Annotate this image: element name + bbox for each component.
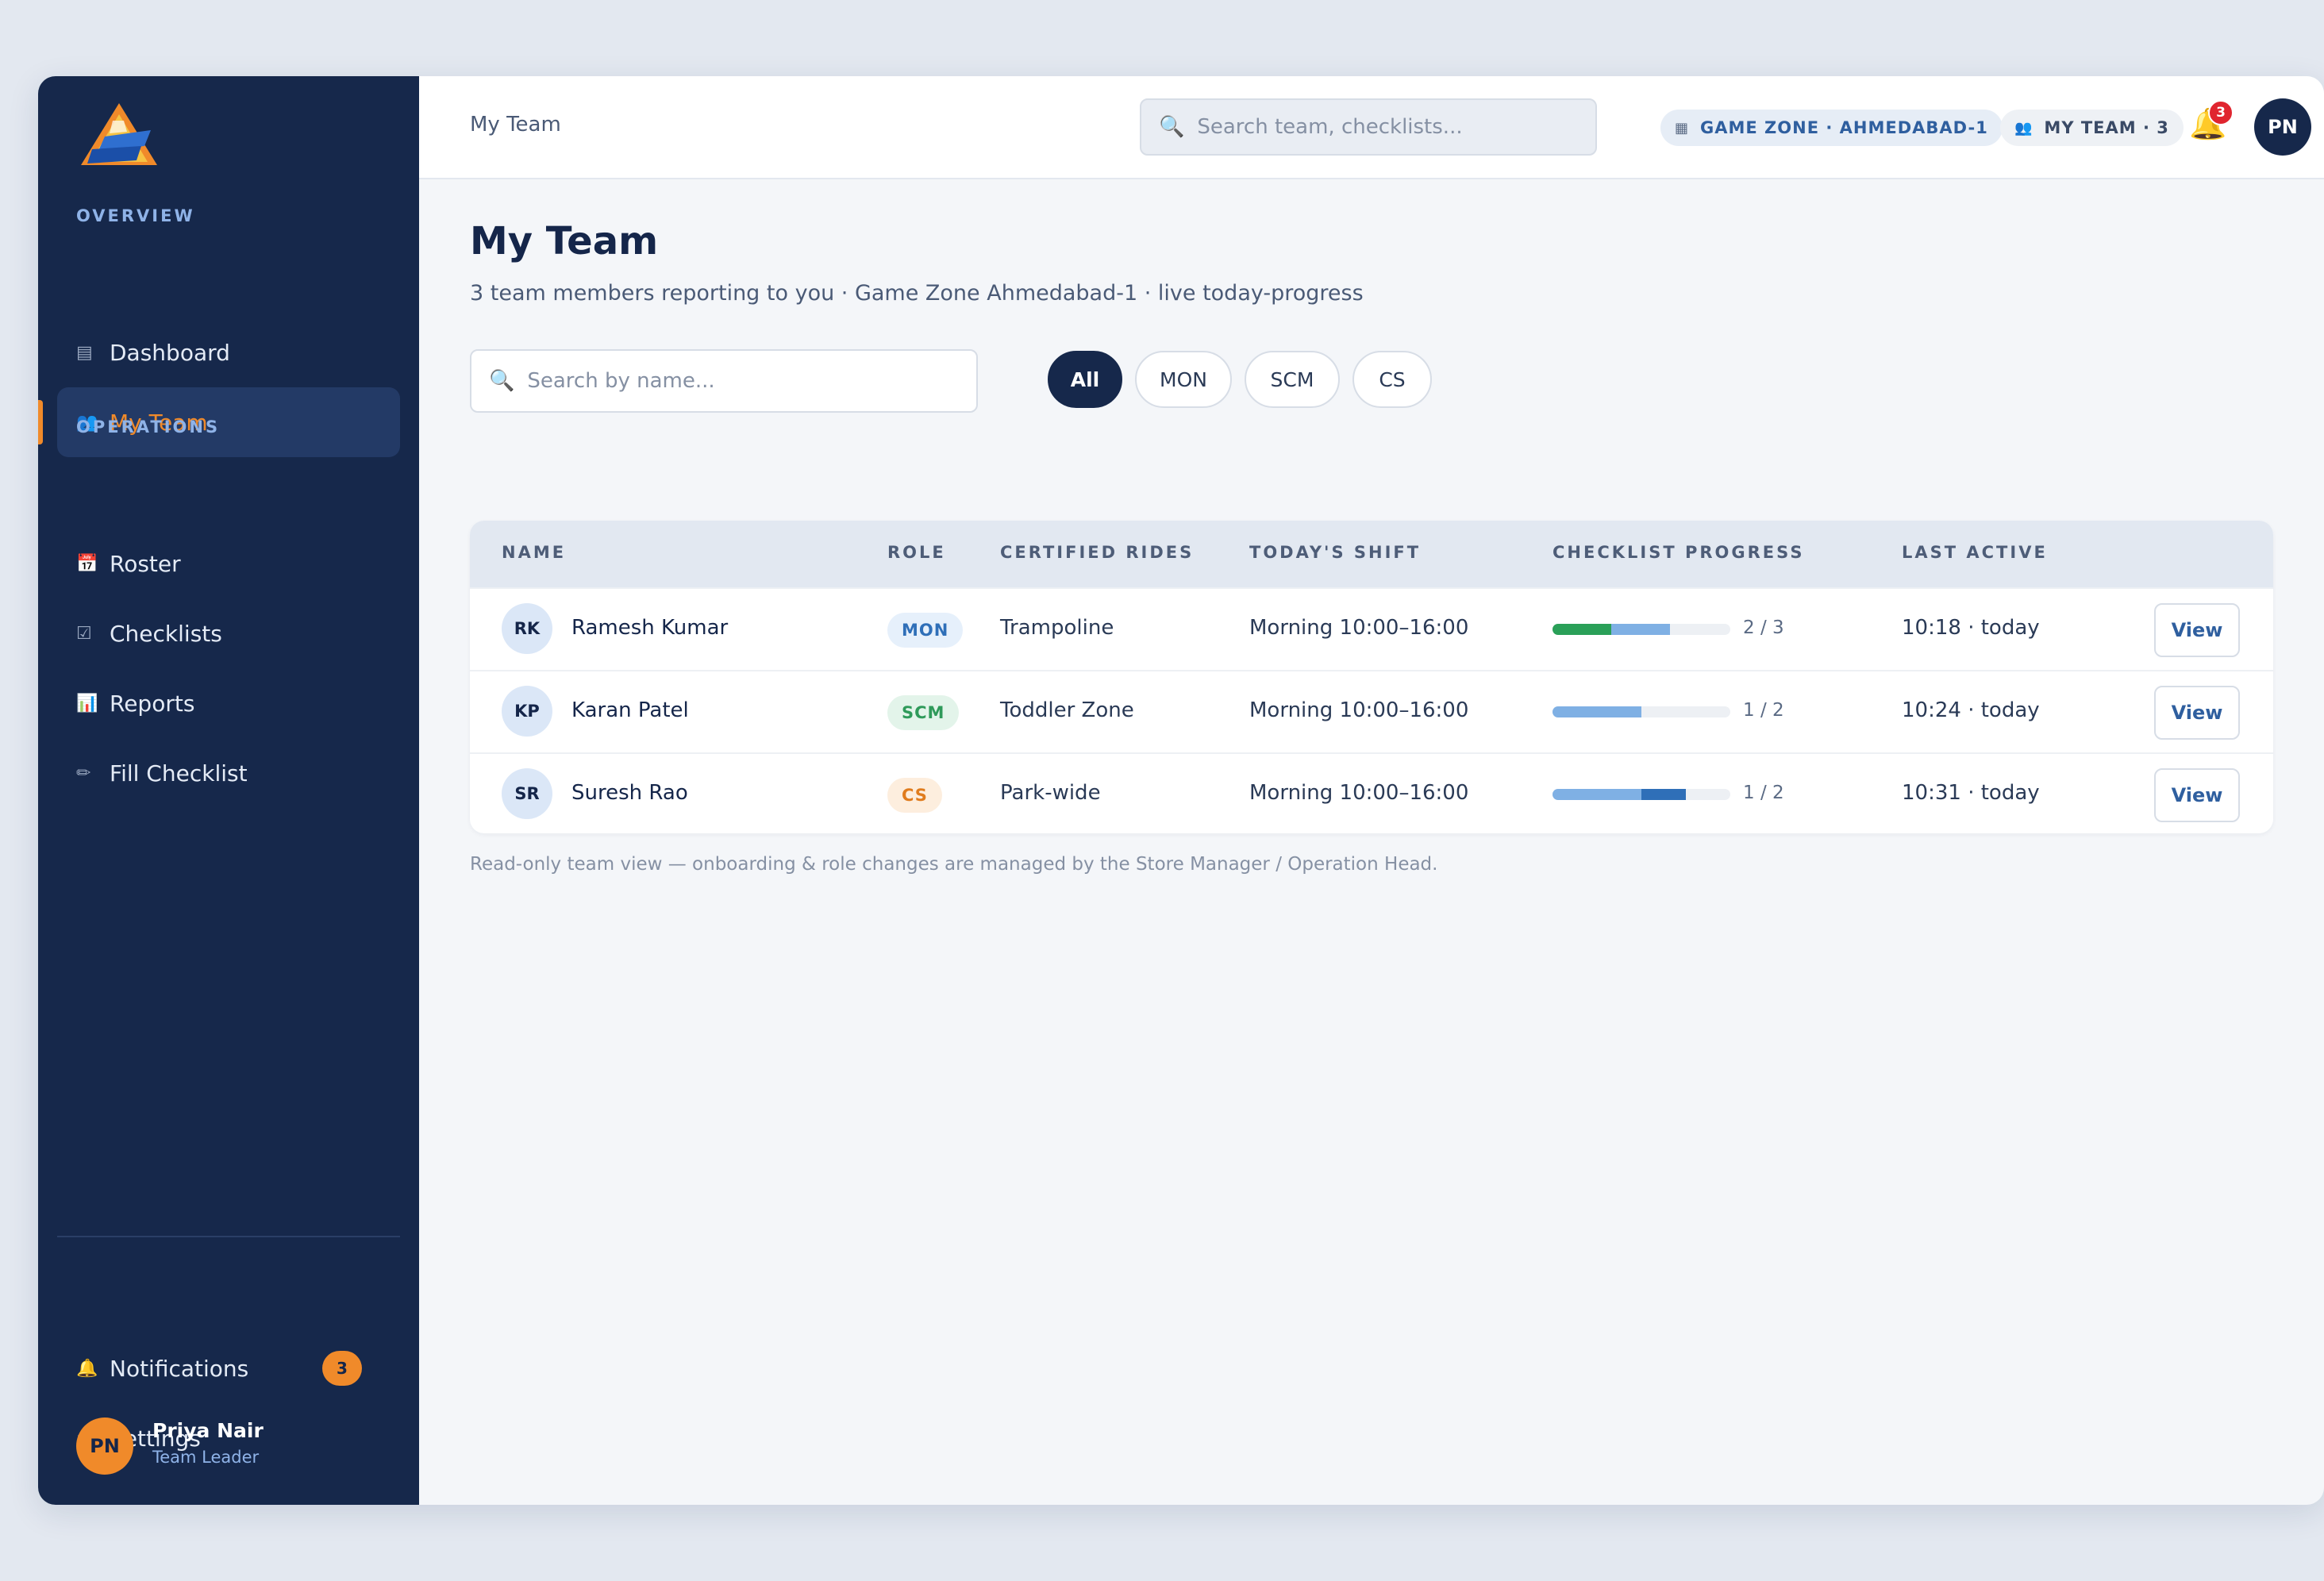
search-icon: 🔍 bbox=[489, 369, 515, 393]
col-role[interactable]: ROLE bbox=[887, 543, 946, 562]
member-name: Karan Patel bbox=[571, 698, 689, 722]
view-button[interactable]: View bbox=[2154, 768, 2240, 822]
checkbox-icon: ☑ bbox=[76, 623, 92, 644]
chart-icon: 📊 bbox=[76, 693, 98, 714]
sidebar-item-dashboard[interactable]: ▤ Dashboard bbox=[57, 317, 400, 387]
certified-rides: Trampoline bbox=[1000, 616, 1114, 640]
section-operations: OPERATIONS bbox=[76, 417, 221, 437]
global-search[interactable]: 🔍 bbox=[1140, 98, 1597, 156]
location-chip[interactable]: ▦ GAME ZONE · AHMEDABAD-1 bbox=[1660, 110, 2003, 146]
team-chip[interactable]: 👥 MY TEAM · 3 bbox=[2000, 110, 2184, 146]
sidebar-item-label: Reports bbox=[110, 690, 195, 717]
sidebar: OVERVIEW ▤ Dashboard 👥 My Team OPERATION… bbox=[38, 76, 419, 1505]
sidebar-item-fill-checklist[interactable]: ✏ Fill Checklist bbox=[57, 738, 400, 808]
progress-segment bbox=[1553, 706, 1641, 717]
last-active: 10:31 · today bbox=[1902, 781, 2040, 805]
role-badge: SCM bbox=[887, 695, 960, 730]
role-badge: CS bbox=[887, 778, 942, 813]
member-avatar: RK bbox=[502, 603, 552, 654]
building-icon: ▦ bbox=[1675, 119, 1690, 137]
bell-badge: 3 bbox=[2208, 100, 2234, 125]
profile-name: Priya Nair bbox=[152, 1419, 264, 1442]
progress-segment bbox=[1553, 789, 1641, 800]
game-zone-logo[interactable] bbox=[75, 100, 164, 171]
sidebar-item-checklists[interactable]: ☑ Checklists bbox=[57, 598, 400, 668]
role-badge: MON bbox=[887, 613, 964, 648]
checklist-progress-label: 2 / 3 bbox=[1743, 617, 1784, 638]
member-name: Ramesh Kumar bbox=[571, 616, 729, 640]
member-avatar: KP bbox=[502, 686, 552, 737]
pencil-icon: ✏ bbox=[76, 763, 91, 783]
global-search-input[interactable] bbox=[1197, 115, 1579, 139]
notification-count-badge: 3 bbox=[322, 1351, 362, 1386]
page-subtitle: 3 team members reporting to you · Game Z… bbox=[470, 281, 1364, 306]
col-todays-shift[interactable]: TODAY'S SHIFT bbox=[1249, 543, 1421, 562]
col-last-active[interactable]: LAST ACTIVE bbox=[1902, 543, 2048, 562]
sidebar-item-label: Dashboard bbox=[110, 339, 230, 366]
last-active: 10:18 · today bbox=[1902, 616, 2040, 640]
main-content: My Team 3 team members reporting to you … bbox=[419, 179, 2324, 1505]
profile-role: Team Leader bbox=[152, 1448, 260, 1467]
table-row[interactable]: KP Karan Patel SCM Toddler Zone Morning … bbox=[470, 670, 2273, 752]
sidebar-item-label: Notifications bbox=[110, 1355, 249, 1382]
certified-rides: Toddler Zone bbox=[1000, 698, 1134, 722]
filter-cs[interactable]: CS bbox=[1352, 351, 1432, 408]
footnote: Read-only team view — onboarding & role … bbox=[470, 854, 1438, 875]
checklist-progress-label: 1 / 2 bbox=[1743, 783, 1784, 803]
breadcrumb: My Team bbox=[470, 113, 561, 137]
app-window: OVERVIEW ▤ Dashboard 👥 My Team OPERATION… bbox=[38, 76, 2324, 1505]
sidebar-item-label: Roster bbox=[110, 550, 181, 577]
col-name[interactable]: NAME bbox=[502, 543, 566, 562]
bell-icon: 🔔 bbox=[76, 1358, 98, 1379]
sidebar-divider bbox=[57, 1236, 400, 1237]
member-name: Suresh Rao bbox=[571, 781, 688, 805]
view-button[interactable]: View bbox=[2154, 686, 2240, 740]
checklist-progress-bar bbox=[1553, 624, 1730, 635]
topbar: My Team 🔍 ▦ GAME ZONE · AHMEDABAD-1 👥 MY… bbox=[419, 76, 2324, 179]
sidebar-item-notifications[interactable]: 🔔 Notifications 3 bbox=[57, 1333, 400, 1403]
section-overview: OVERVIEW bbox=[76, 206, 195, 225]
col-certified-rides[interactable]: CERTIFIED RIDES bbox=[1000, 543, 1194, 562]
col-checklist-progress[interactable]: CHECKLIST PROGRESS bbox=[1553, 543, 1804, 562]
page-title: My Team bbox=[470, 219, 659, 264]
checklist-progress-label: 1 / 2 bbox=[1743, 700, 1784, 721]
location-chip-label: GAME ZONE · AHMEDABAD-1 bbox=[1700, 118, 1988, 137]
todays-shift: Morning 10:00–16:00 bbox=[1249, 698, 1469, 722]
filter-all[interactable]: All bbox=[1048, 351, 1122, 408]
profile-avatar[interactable]: PN bbox=[76, 1418, 133, 1475]
team-table: NAME ROLE CERTIFIED RIDES TODAY'S SHIFT … bbox=[470, 521, 2273, 833]
search-icon: 🔍 bbox=[1159, 115, 1185, 139]
sidebar-item-roster[interactable]: 📅 Roster bbox=[57, 529, 400, 598]
table-header: NAME ROLE CERTIFIED RIDES TODAY'S SHIFT … bbox=[470, 521, 2273, 587]
name-search-input[interactable] bbox=[527, 369, 972, 393]
table-row[interactable]: SR Suresh Rao CS Park-wide Morning 10:00… bbox=[470, 752, 2273, 833]
progress-segment bbox=[1641, 789, 1686, 800]
dashboard-icon: ▤ bbox=[76, 342, 93, 363]
progress-segment bbox=[1553, 624, 1611, 635]
name-search[interactable]: 🔍 bbox=[470, 349, 978, 413]
member-avatar: SR bbox=[502, 768, 552, 819]
checklist-progress-bar bbox=[1553, 789, 1730, 800]
avatar[interactable]: PN bbox=[2254, 98, 2311, 156]
progress-segment bbox=[1610, 624, 1670, 635]
active-indicator bbox=[38, 400, 43, 444]
certified-rides: Park-wide bbox=[1000, 781, 1101, 805]
last-active: 10:24 · today bbox=[1902, 698, 2040, 722]
filter-scm[interactable]: SCM bbox=[1245, 351, 1340, 408]
todays-shift: Morning 10:00–16:00 bbox=[1249, 781, 1469, 805]
checklist-progress-bar bbox=[1553, 706, 1730, 717]
team-icon: 👥 bbox=[2014, 119, 2034, 137]
team-chip-label: MY TEAM · 3 bbox=[2044, 118, 2169, 137]
sidebar-item-label: Checklists bbox=[110, 620, 222, 647]
calendar-icon: 📅 bbox=[76, 553, 98, 574]
todays-shift: Morning 10:00–16:00 bbox=[1249, 616, 1469, 640]
filter-mon[interactable]: MON bbox=[1135, 351, 1232, 408]
table-row[interactable]: RK Ramesh Kumar MON Trampoline Morning 1… bbox=[470, 587, 2273, 670]
sidebar-item-label: Fill Checklist bbox=[110, 760, 248, 787]
sidebar-item-reports[interactable]: 📊 Reports bbox=[57, 668, 400, 738]
view-button[interactable]: View bbox=[2154, 603, 2240, 657]
